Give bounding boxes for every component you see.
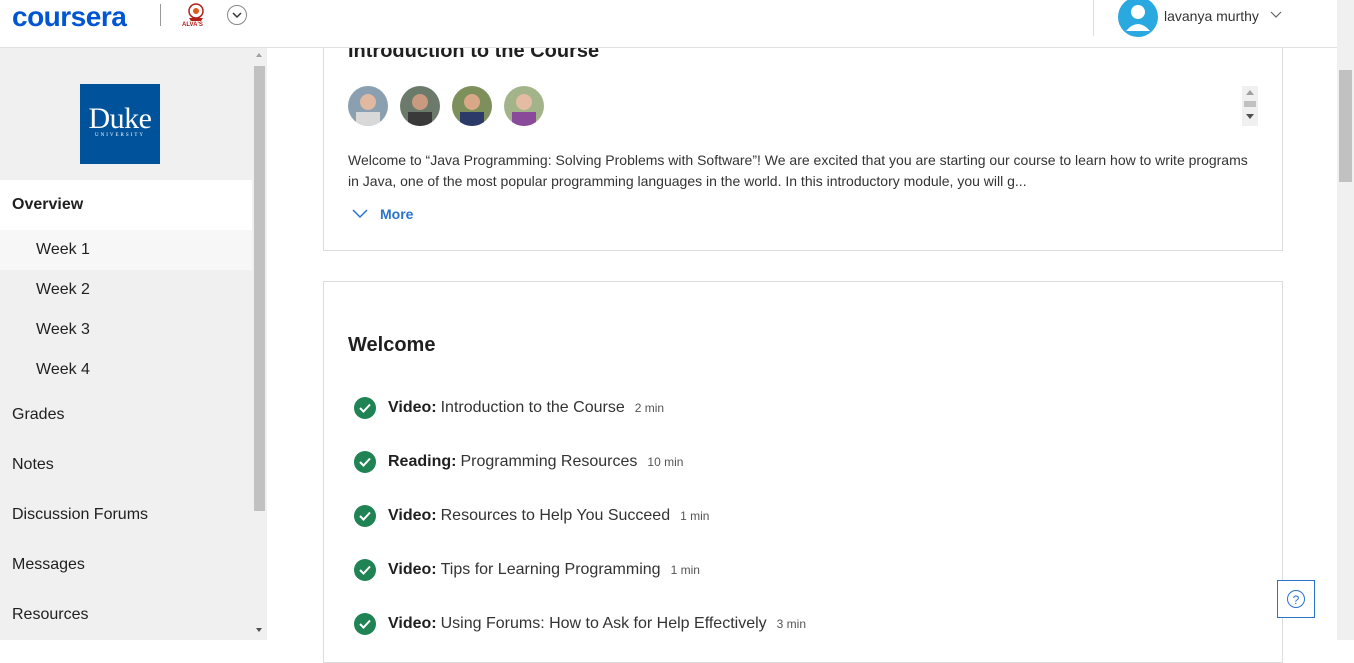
item-duration: 3 min (776, 617, 806, 631)
item-duration: 10 min (647, 455, 684, 469)
instructor-scrollbar[interactable] (1242, 86, 1258, 126)
completed-check-icon (354, 613, 376, 635)
intro-description: Welcome to “Java Programming: Solving Pr… (348, 152, 1248, 189)
logo-divider (160, 4, 161, 26)
chevron-down-icon[interactable] (1270, 11, 1282, 19)
sidebar-item-week-4[interactable]: Week 4 (0, 350, 252, 390)
list-item[interactable]: Reading: Programming Resources 10 min (354, 450, 683, 474)
user-name[interactable]: lavanya murthy (1164, 8, 1259, 24)
sidebar-item-grades[interactable]: Grades (0, 390, 252, 440)
org-switcher-button[interactable] (227, 5, 247, 25)
top-bar: coursera ALVA'S lavanya murthy (0, 0, 1337, 48)
instructor-avatar[interactable] (452, 86, 492, 126)
more-label: More (380, 206, 414, 222)
item-type: Video: (388, 399, 437, 416)
item-duration: 2 min (634, 401, 665, 415)
item-duration: 1 min (680, 509, 710, 523)
course-sidebar: Duke UNIVERSITY Overview Week 1 Week 2 W… (0, 48, 252, 640)
welcome-card: Welcome Video: Introduction to the Cours… (323, 281, 1283, 663)
scroll-up-icon[interactable] (1246, 90, 1254, 95)
chevron-down-icon (232, 11, 242, 18)
coursera-logo[interactable]: coursera (12, 1, 127, 33)
section-title: Welcome (348, 334, 436, 356)
item-type: Video: (388, 561, 437, 578)
item-type: Video: (388, 615, 437, 632)
help-button[interactable]: ? (1277, 580, 1315, 618)
user-divider (1093, 0, 1094, 36)
avatar[interactable] (1118, 0, 1158, 37)
scroll-down-icon[interactable] (1246, 114, 1254, 119)
sidebar-scrollbar[interactable] (252, 48, 267, 640)
sidebar-scroll-thumb[interactable] (254, 66, 265, 511)
partner-caption: ALVA'S (182, 22, 203, 28)
completed-check-icon (354, 397, 376, 419)
instructor-avatar[interactable] (400, 86, 440, 126)
page-scrollbar[interactable] (1337, 0, 1354, 640)
item-duration: 1 min (670, 563, 700, 577)
sidebar-item-overview[interactable]: Overview (0, 180, 252, 230)
instructor-list (348, 86, 544, 126)
instructor-avatar[interactable] (348, 86, 388, 126)
completed-check-icon (354, 451, 376, 473)
item-type: Reading: (388, 453, 457, 470)
sidebar-item-notes[interactable]: Notes (0, 440, 252, 490)
completed-check-icon (354, 505, 376, 527)
sidebar-item-week-3[interactable]: Week 3 (0, 310, 252, 350)
list-item[interactable]: Video: Tips for Learning Programming 1 m… (354, 558, 700, 582)
list-item[interactable]: Video: Introduction to the Course 2 min (354, 396, 664, 420)
scroll-up-icon[interactable] (256, 53, 262, 57)
chevron-down-icon (352, 209, 368, 219)
sidebar-item-week-1[interactable]: Week 1 (0, 230, 252, 270)
sidebar-item-discussion-forums[interactable]: Discussion Forums (0, 490, 252, 540)
sidebar-item-week-2[interactable]: Week 2 (0, 270, 252, 310)
list-item[interactable]: Video: Using Forums: How to Ask for Help… (354, 612, 806, 636)
duke-university-logo[interactable]: Duke UNIVERSITY (80, 84, 160, 164)
item-type: Video: (388, 507, 437, 524)
intro-card: Introduction to the Course Welcome to “J… (323, 20, 1283, 251)
item-title[interactable]: Programming Resources (460, 453, 637, 471)
duke-logo-text: Duke (88, 102, 152, 135)
sidebar-item-messages[interactable]: Messages (0, 540, 252, 590)
page-scroll-thumb[interactable] (1339, 70, 1352, 182)
list-item[interactable]: Video: Resources to Help You Succeed 1 m… (354, 504, 709, 528)
scroll-down-icon[interactable] (256, 628, 262, 632)
help-icon: ? (1287, 590, 1305, 608)
user-icon (1126, 5, 1150, 31)
instructor-avatar[interactable] (504, 86, 544, 126)
item-title[interactable]: Tips for Learning Programming (441, 561, 661, 579)
item-title[interactable]: Using Forums: How to Ask for Help Effect… (441, 615, 767, 633)
completed-check-icon (354, 559, 376, 581)
item-title[interactable]: Introduction to the Course (441, 399, 625, 417)
sidebar-item-resources[interactable]: Resources (0, 590, 252, 640)
more-button[interactable]: More (352, 206, 413, 222)
item-title[interactable]: Resources to Help You Succeed (441, 507, 670, 525)
scroll-thumb[interactable] (1244, 101, 1256, 107)
